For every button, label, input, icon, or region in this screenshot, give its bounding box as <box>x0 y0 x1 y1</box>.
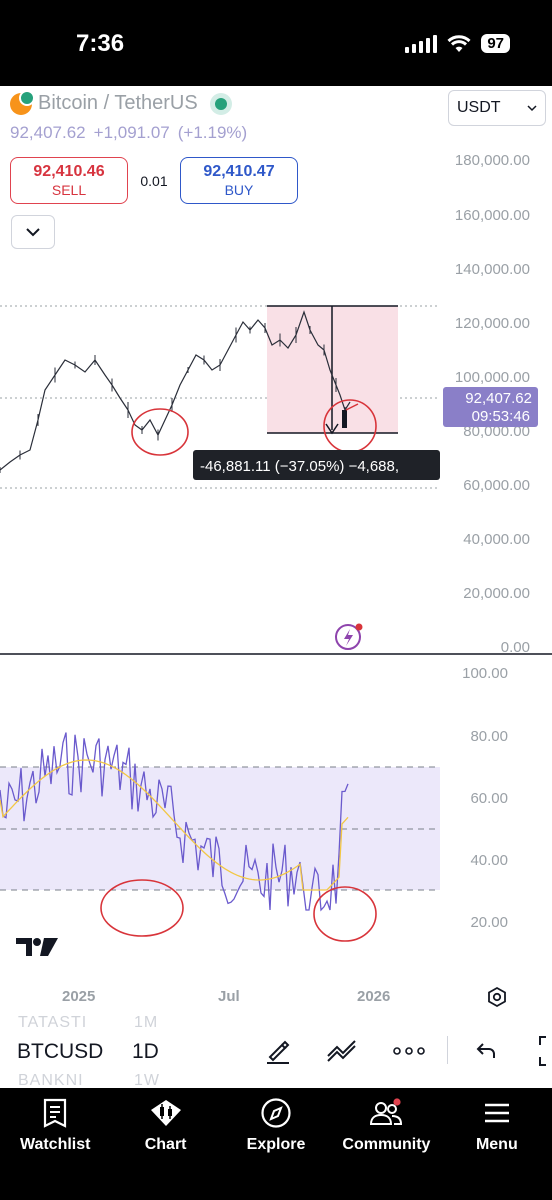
indicators-button[interactable] <box>322 1032 362 1070</box>
sell-label: SELL <box>51 181 87 198</box>
community-icon <box>370 1098 403 1125</box>
symbol-title: Bitcoin / TetherUS <box>38 92 198 114</box>
sell-button[interactable]: 92,410.46 SELL <box>10 157 128 204</box>
rsi-axis-tick: 40.00 <box>470 852 508 869</box>
status-bar: 7:36 97 <box>0 0 552 86</box>
drawing-tool-button[interactable] <box>258 1032 298 1070</box>
nav-community[interactable]: Community <box>331 1088 441 1200</box>
status-time: 7:36 <box>76 30 125 57</box>
compass-icon <box>261 1098 291 1128</box>
time-label: Jul <box>218 988 240 1005</box>
nav-label: Community <box>342 1136 431 1153</box>
price-axis-tick: 0.00 <box>501 639 530 656</box>
chart-area[interactable]: -46,881.11 (−37.05%) −4,688, 180,000.00 16… <box>0 86 552 1012</box>
alert-badge-dot <box>355 623 363 631</box>
undo-icon <box>476 1043 495 1058</box>
badge-price: 92,407.62 <box>465 390 532 407</box>
pen-icon <box>267 1040 290 1064</box>
cellular-signal-icon <box>405 34 438 53</box>
indicator-lines-icon <box>327 1040 356 1062</box>
undo-button[interactable] <box>466 1032 506 1070</box>
tradingview-logo-icon <box>16 938 32 956</box>
rsi-axis-tick: 100.00 <box>462 665 508 682</box>
price-axis-tick: 20,000.00 <box>463 585 530 602</box>
price-axis-tick: 60,000.00 <box>463 477 530 494</box>
tradingview-logo-dot <box>33 938 41 946</box>
annotation-circle <box>313 886 377 942</box>
chevron-down-icon <box>26 228 40 237</box>
price-change: +1,091.07 <box>93 123 170 142</box>
rsi-axis-tick: 60.00 <box>470 790 508 807</box>
price-axis-tick: 100,000.00 <box>455 369 530 386</box>
timeframe-selector[interactable]: 1D <box>132 1040 159 1064</box>
currency-value: USDT <box>457 99 501 116</box>
bitcoin-icon <box>10 89 35 115</box>
tradingview-logo-slash <box>40 938 58 956</box>
currency-select[interactable]: USDT <box>448 90 546 126</box>
time-label: 2025 <box>62 988 96 1005</box>
buy-price: 92,410.47 <box>203 163 275 181</box>
chart-icon <box>150 1100 181 1126</box>
symbol-selector[interactable]: BTCUSD <box>17 1040 103 1064</box>
last-candle <box>342 410 347 428</box>
more-options-button[interactable] <box>389 1032 429 1070</box>
time-label: 2026 <box>357 988 391 1005</box>
watchlist-ghost-symbol: TATASTI <box>18 1014 88 1031</box>
price-change-pct: (+1.19%) <box>177 123 248 142</box>
nav-explore[interactable]: Explore <box>221 1088 331 1200</box>
spread: 0.01 <box>140 172 168 189</box>
nav-watchlist[interactable]: Watchlist <box>0 1088 110 1200</box>
market-open-icon <box>209 92 232 115</box>
toolbar-divider <box>447 1036 448 1064</box>
measure-tooltip-text: -46,881.11 (−37.05%) −4,688, <box>200 458 399 475</box>
rsi-axis-tick: 20.00 <box>470 914 508 931</box>
bottom-navigation: Watchlist Chart Explore Community Menu <box>0 1088 552 1200</box>
buy-button[interactable]: 92,410.47 BUY <box>180 157 298 204</box>
battery-indicator: 97 <box>481 34 510 53</box>
symbol-header[interactable]: Bitcoin / TetherUS 92,407.62 +1,091.07 (… <box>10 89 248 143</box>
price-axis-tick: 180,000.00 <box>455 152 530 169</box>
buy-label: BUY <box>224 181 254 198</box>
watchlist-icon <box>44 1098 67 1128</box>
nav-label: Chart <box>144 1136 187 1153</box>
wifi-icon <box>447 34 471 52</box>
nav-label: Explore <box>246 1136 306 1153</box>
nav-label: Menu <box>475 1136 518 1153</box>
price-axis-tick: 140,000.00 <box>455 261 530 278</box>
fullscreen-icon <box>539 1036 546 1066</box>
price-axis-tick: 40,000.00 <box>463 531 530 548</box>
last-price: 92,407.62 <box>10 123 86 142</box>
nav-chart[interactable]: Chart <box>110 1088 220 1200</box>
watchlist-ghost-timeframe: 1M <box>134 1014 159 1031</box>
fullscreen-button[interactable] <box>530 1032 552 1070</box>
badge-countdown: 09:53:46 <box>472 408 530 425</box>
chart-settings-icon[interactable] <box>486 986 508 1008</box>
more-dots-icon <box>393 1047 425 1055</box>
price-axis-tick: 120,000.00 <box>455 315 530 332</box>
collapse-header-button[interactable] <box>11 215 55 249</box>
price-axis-tick: 160,000.00 <box>455 207 530 224</box>
rsi-axis-tick: 80.00 <box>470 728 508 745</box>
chevron-down-icon <box>527 105 537 112</box>
nav-menu[interactable]: Menu <box>442 1088 552 1200</box>
menu-icon <box>484 1103 509 1123</box>
nav-label: Watchlist <box>19 1136 91 1153</box>
sell-price: 92,410.46 <box>33 163 105 181</box>
